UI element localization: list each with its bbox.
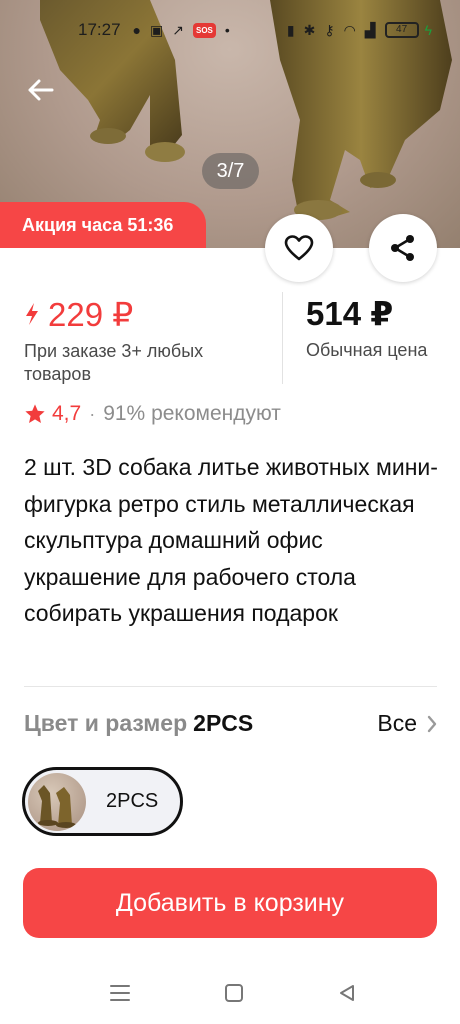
product-gallery[interactable]: 17:27 ● ▣ ↗ SOS • ▮ ✱ ⚷ ◠ ▟ 47 ϟ 3/7 Акц… [0,0,460,248]
recent-apps-button[interactable] [107,980,133,1006]
variant-label: Цвет и размер [24,710,188,736]
triangle-back-icon [340,985,354,1001]
chevron-right-icon [427,715,437,732]
status-time: 17:27 [78,20,121,39]
regular-price-value: 514 ₽ [306,295,394,332]
rating-value: 4,7 [52,402,82,425]
signal-icon: ▟ [364,21,376,38]
heart-icon [284,235,314,261]
all-variants-link[interactable]: Все [377,710,437,737]
back-button[interactable] [18,70,62,110]
rating-separator: · [89,403,96,424]
divider [24,686,437,687]
promo-price-value: 229 ₽ [48,295,134,333]
battery-indicator: 47 [384,22,419,38]
star-icon [25,404,45,423]
variant-row: Цвет и размер 2PCS Все [24,710,437,737]
all-variants-label: Все [377,710,417,736]
status-bar: 17:27 ● ▣ ↗ SOS • ▮ ✱ ⚷ ◠ ▟ 47 ϟ [0,0,460,60]
home-button[interactable] [221,980,247,1006]
wifi-icon: ◠ [343,21,356,38]
recommend-percent: 91% рекомендуют [103,402,281,425]
share-button[interactable] [369,214,437,282]
promo-price-note: При заказе 3+ любых товаров [24,341,204,384]
arrow-app-icon: ↗ [172,21,184,38]
product-title: 2 шт. 3D собака литье животных мини-фигу… [24,454,438,626]
system-back-button[interactable] [334,980,360,1006]
promo-price: 229 ₽ [24,294,264,334]
variant-chip-label: 2PCS [106,790,159,812]
price-divider [282,292,283,384]
system-navigation-bar [0,972,460,1012]
share-icon [391,235,414,261]
flash-sale-banner: Акция часа 51:36 [0,202,206,248]
charging-icon: ϟ [424,22,432,38]
gallery-counter: 3/7 [202,153,259,189]
rating-row[interactable]: 4,7 · 91% рекомендуют [24,402,281,426]
favorite-button[interactable] [265,214,333,282]
add-to-cart-button[interactable]: Добавить в корзину [23,868,437,938]
variant-chip-2pcs[interactable]: 2PCS [22,767,183,836]
regular-price-note: Обычная цена [306,340,428,360]
key-icon: ⚷ [324,21,335,38]
dot-icon: • [224,22,230,38]
promo-price-block: 229 ₽ При заказе 3+ любых товаров [24,294,264,386]
variant-selected: 2PCS [193,710,254,736]
lightning-icon [26,303,38,325]
variant-thumbnail [28,772,86,831]
bluetooth-icon: ✱ [303,21,316,38]
vk-icon: ▣ [150,21,164,38]
square-icon [225,984,243,1002]
regular-price-block: 514 ₽ Обычная цена [306,294,427,361]
sos-icon: SOS [192,22,216,38]
message-icon: ● [132,22,142,38]
menu-icon [110,985,130,1001]
nfc-icon: ▮ [286,21,295,38]
arrow-left-icon [28,79,54,101]
